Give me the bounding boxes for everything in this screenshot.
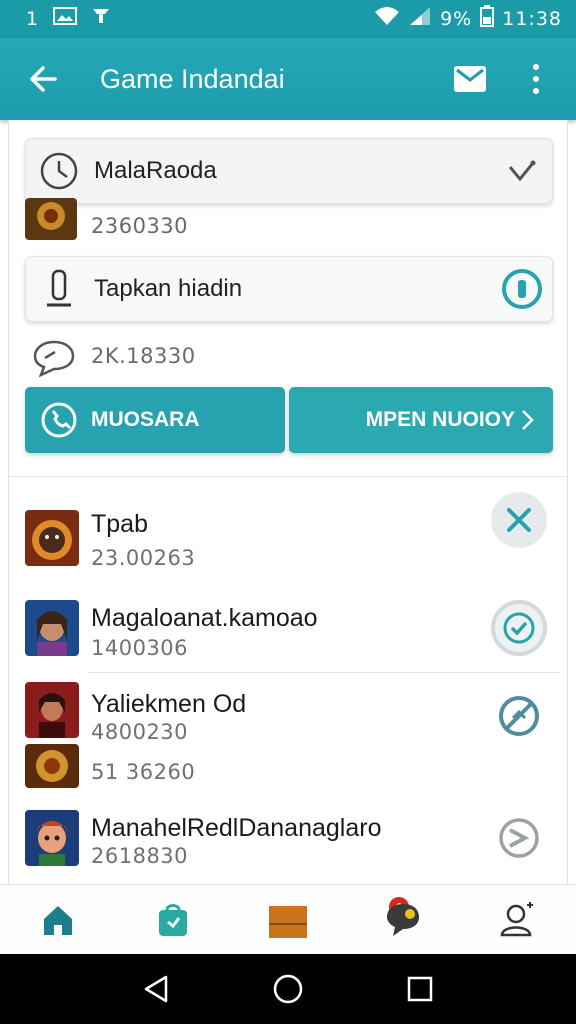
dismiss-button[interactable] [491, 492, 547, 548]
right-action-button[interactable]: MPEN NUOIOY [289, 387, 553, 453]
system-navigation-bar [0, 954, 576, 1024]
status-left-text: 1 [26, 8, 40, 30]
card-subtext: 2360330 [91, 214, 189, 238]
nav-inbox[interactable]: 1 [230, 885, 410, 954]
item-subtext-secondary: 51 36260 [91, 760, 196, 784]
bottom-navigation: 1 [0, 884, 576, 954]
close-icon [507, 508, 531, 532]
info-circle-icon[interactable] [492, 259, 552, 319]
bottle-icon [38, 268, 80, 310]
item-subtext: 4800230 [91, 720, 189, 744]
square-recents-icon [407, 976, 433, 1002]
item-title: Tpab [91, 510, 148, 538]
profile-icon [501, 901, 534, 936]
game-thumbnail [25, 198, 77, 240]
app-bar: Game Indandai [0, 38, 576, 120]
clock-icon [38, 150, 80, 192]
action-button-row: MUOSARA MPEN NUOIOY [25, 387, 553, 453]
back-arrow-icon [30, 66, 57, 92]
list-divider [89, 672, 559, 673]
card-label: MalaRaoda [94, 157, 217, 184]
blocked-icon [499, 696, 539, 736]
game-thumbnail [25, 744, 79, 788]
item-subtext: 2618830 [91, 844, 189, 868]
card-malaraoda[interactable]: MalaRaoda [25, 138, 553, 204]
signal-icon [408, 6, 432, 32]
open-button[interactable] [491, 810, 547, 866]
dot-icon [533, 88, 539, 94]
confirm-button[interactable] [491, 600, 547, 656]
item-title: ManahelRedlDananaglaro [91, 814, 382, 842]
wifi-icon [374, 6, 400, 32]
more-options-button[interactable] [518, 38, 554, 120]
blocked-button[interactable] [491, 688, 547, 744]
game-thumbnail [25, 810, 79, 866]
item-subtext: 23.00263 [91, 546, 196, 570]
item-title: Yaliekmen Od [91, 690, 247, 718]
chat-bubble-icon [31, 338, 77, 383]
system-home-button[interactable] [258, 959, 318, 1019]
battery-icon [480, 5, 495, 33]
item-subtext: 1400306 [91, 636, 189, 660]
page-title: Game Indandai [100, 63, 285, 94]
image-notification-icon [53, 7, 78, 31]
item-title: Magaloanat.kamoao [91, 604, 318, 632]
card-tapkan[interactable]: Tapkan hiadin [25, 256, 553, 322]
battery-percent: 9% [440, 8, 473, 30]
dot-icon [533, 64, 539, 70]
chat-icon [387, 903, 420, 936]
back-button[interactable] [0, 38, 86, 120]
nav-home[interactable] [0, 885, 115, 954]
nav-profile[interactable] [461, 885, 576, 954]
section-divider [9, 476, 569, 477]
shopping-bag-icon [158, 903, 187, 936]
inbox-icon [269, 905, 307, 938]
check-circle-icon [503, 612, 535, 644]
phone-circle-icon [41, 402, 77, 438]
status-bar: 1 9% 11:38 [0, 0, 576, 38]
nav-store[interactable] [115, 885, 230, 954]
app-notification-icon [91, 6, 111, 32]
mail-button[interactable] [440, 38, 500, 120]
game-thumbnail [25, 682, 79, 738]
left-action-label: MUOSARA [91, 408, 200, 431]
chevron-check-icon[interactable] [492, 141, 552, 201]
game-thumbnail [25, 510, 79, 566]
chevron-right-icon [522, 410, 534, 430]
mail-icon [454, 66, 486, 92]
card-subtext: 2K.18330 [91, 344, 196, 368]
circle-home-icon [273, 974, 303, 1004]
left-action-button[interactable]: MUOSARA [25, 387, 285, 453]
status-time: 11:38 [502, 8, 562, 30]
right-action-label: MPEN NUOIOY [365, 408, 515, 431]
main-content: MalaRaoda 2360330 Tapkan hiadin 2K.18330… [8, 120, 569, 884]
home-icon [43, 905, 72, 935]
arrow-circle-icon [499, 818, 539, 858]
triangle-back-icon [144, 975, 168, 1003]
game-thumbnail [25, 600, 79, 656]
dot-icon [533, 76, 539, 82]
card-label: Tapkan hiadin [94, 275, 243, 302]
nav-chat[interactable] [346, 885, 461, 954]
system-recents-button[interactable] [390, 959, 450, 1019]
system-back-button[interactable] [126, 959, 186, 1019]
